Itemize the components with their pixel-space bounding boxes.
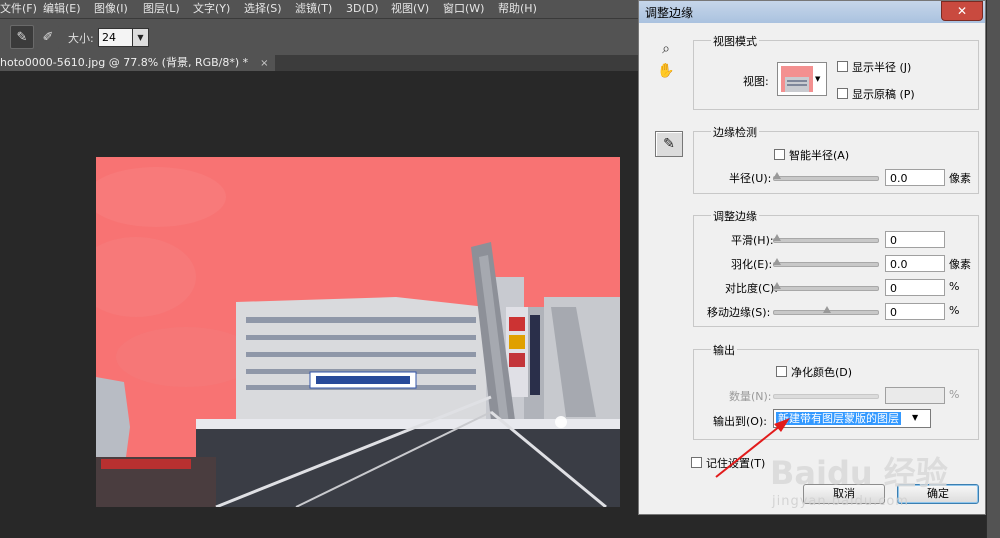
view-mode-group [693, 40, 979, 110]
menu-filter[interactable]: 滤镜(T) [295, 1, 332, 16]
view-dropdown-icon[interactable]: ▼ [815, 75, 820, 83]
contrast-label: 对比度(C): [725, 282, 778, 295]
brush-tool-icon[interactable]: ✎ [10, 25, 34, 49]
document-tab-title: hoto0000-5610.jpg @ 77.8% (背景, RGB/8*) * [0, 56, 249, 69]
smart-radius-checkbox[interactable] [774, 149, 785, 160]
feather-unit: 像素 [949, 258, 971, 271]
radius-label: 半径(U): [729, 172, 772, 185]
menu-select[interactable]: 选择(S) [244, 1, 282, 16]
view-label: 视图: [743, 75, 769, 88]
refine-radius-brush-icon[interactable]: ✎ [655, 131, 683, 157]
contrast-unit: % [949, 280, 960, 293]
size-dropdown-icon[interactable]: ▼ [132, 28, 149, 47]
smooth-field[interactable]: 0 [885, 231, 945, 248]
document-tab[interactable]: hoto0000-5610.jpg @ 77.8% (背景, RGB/8*) *… [0, 55, 275, 71]
shift-edge-unit: % [949, 304, 960, 317]
size-label: 大小: [68, 32, 94, 45]
radius-slider[interactable] [773, 176, 879, 181]
tab-close-icon[interactable]: × [260, 58, 268, 69]
amount-slider [773, 394, 879, 399]
amount-unit: % [949, 388, 960, 401]
radius-field[interactable]: 0.0 [885, 169, 945, 186]
size-input[interactable]: 24 [98, 28, 133, 47]
radius-slider-thumb[interactable] [773, 172, 781, 179]
menu-window[interactable]: 窗口(W) [443, 1, 484, 16]
feather-slider-thumb[interactable] [773, 258, 781, 265]
feather-field[interactable]: 0.0 [885, 255, 945, 272]
menu-3d[interactable]: 3D(D) [346, 1, 379, 16]
right-panel-strip [986, 0, 1000, 538]
radius-unit: 像素 [949, 172, 971, 185]
menu-layer[interactable]: 图层(L) [143, 1, 180, 16]
decontaminate-label: 净化颜色(D) [791, 366, 853, 379]
zoom-tool-icon[interactable]: ⌕ [657, 41, 675, 59]
smooth-slider[interactable] [773, 238, 879, 243]
adjust-edge-title: 调整边缘 [711, 208, 759, 224]
remember-settings-checkbox[interactable] [691, 457, 702, 468]
menu-image[interactable]: 图像(I) [94, 1, 128, 16]
dialog-titlebar[interactable]: 调整边缘 ✕ [639, 1, 985, 23]
view-mode-thumbnail [781, 66, 813, 92]
dialog-title: 调整边缘 [645, 6, 694, 20]
view-mode-title: 视图模式 [711, 33, 759, 49]
menu-file[interactable]: 文件(F) [0, 1, 37, 16]
amount-label: 数量(N): [729, 390, 772, 403]
menu-view[interactable]: 视图(V) [391, 1, 429, 16]
close-button[interactable]: ✕ [941, 1, 983, 21]
shift-edge-field[interactable]: 0 [885, 303, 945, 320]
baidu-watermark: Baidu 经验 jingyan.baidu.com [768, 448, 988, 524]
contrast-slider[interactable] [773, 286, 879, 291]
feather-slider[interactable] [773, 262, 879, 267]
contrast-slider-thumb[interactable] [773, 282, 781, 289]
edge-detection-title: 边缘检测 [711, 124, 759, 140]
output-to-value: 新建带有图层蒙版的图层 [776, 412, 901, 425]
smart-radius-label: 智能半径(A) [789, 149, 850, 162]
photo-building-scene [96, 157, 620, 507]
document-tab-bar: hoto0000-5610.jpg @ 77.8% (背景, RGB/8*) *… [0, 55, 640, 71]
output-to-label: 输出到(O): [713, 415, 767, 428]
output-to-select[interactable]: 新建带有图层蒙版的图层 ▼ [773, 409, 931, 428]
document-image[interactable] [96, 157, 620, 507]
menu-help[interactable]: 帮助(H) [498, 1, 537, 16]
shift-edge-slider-thumb[interactable] [823, 306, 831, 313]
watermark-url: jingyan.baidu.com [772, 494, 909, 509]
hand-tool-icon[interactable]: ✋ [657, 63, 675, 81]
eraser-brush-icon[interactable]: ✐ [36, 25, 60, 49]
show-original-label: 显示原稿 (P) [852, 88, 915, 101]
output-dropdown-icon[interactable]: ▼ [912, 413, 918, 422]
show-radius-label: 显示半径 (J) [852, 61, 912, 74]
show-radius-checkbox[interactable] [837, 61, 848, 72]
feather-label: 羽化(E): [731, 258, 773, 271]
refine-edge-dialog: 调整边缘 ✕ ⌕ ✋ ✎ 视图模式 视图: ▼ 显示半径 (J) 显示原稿 (P… [638, 0, 986, 515]
amount-field [885, 387, 945, 404]
decontaminate-checkbox[interactable] [776, 366, 787, 377]
watermark-main: Baidu 经验 [770, 454, 948, 492]
remember-settings-label: 记住设置(T) [706, 457, 766, 470]
contrast-field[interactable]: 0 [885, 279, 945, 296]
smooth-label: 平滑(H): [731, 234, 774, 247]
menu-edit[interactable]: 编辑(E) [43, 1, 81, 16]
menu-type[interactable]: 文字(Y) [193, 1, 230, 16]
shift-edge-label: 移动边缘(S): [707, 306, 771, 319]
smooth-slider-thumb[interactable] [773, 234, 781, 241]
show-original-checkbox[interactable] [837, 88, 848, 99]
output-title: 输出 [711, 342, 737, 358]
